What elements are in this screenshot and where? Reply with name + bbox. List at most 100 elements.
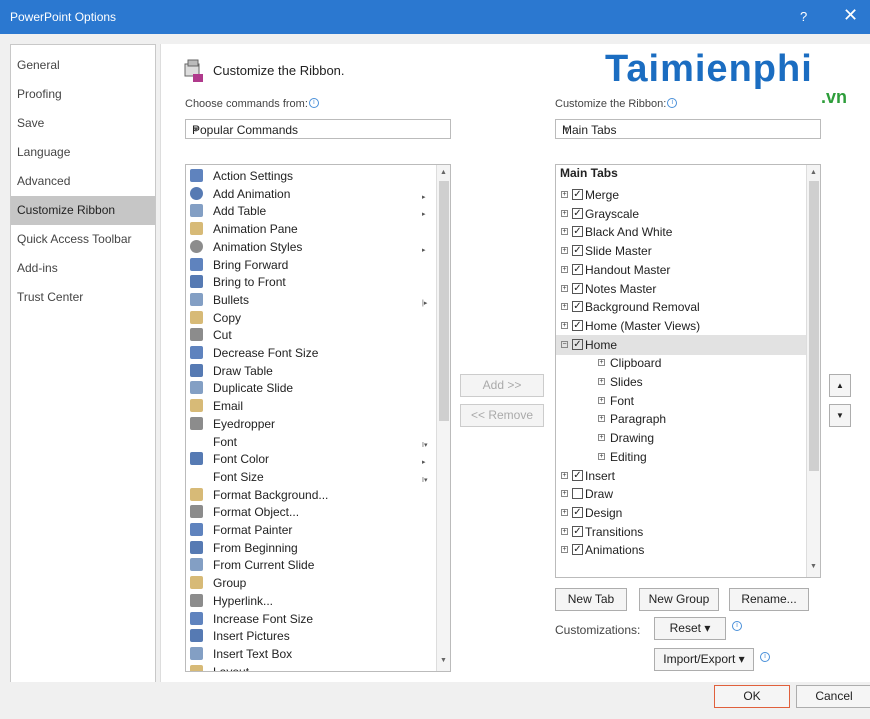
nav-item-proofing[interactable]: Proofing [11, 80, 155, 109]
command-item[interactable]: Insert Pictures [186, 627, 434, 645]
tab-checkbox[interactable]: ✓ [572, 226, 583, 238]
nav-item-add-ins[interactable]: Add-ins [11, 254, 155, 283]
ribbon-tree[interactable]: Main Tabs ▲ ▼ + ✓ Merge + ✓ Grayscale + ✓ Black … [555, 164, 821, 578]
tree-tab-item[interactable]: + Draw [556, 484, 806, 504]
tree-group-item[interactable]: + Slides [556, 372, 806, 392]
tree-tab-item[interactable]: + ✓ Design [556, 503, 806, 523]
tab-checkbox[interactable]: ✓ [572, 301, 583, 313]
tab-checkbox[interactable]: ✓ [572, 245, 583, 257]
scroll-down-icon[interactable]: ▼ [440, 657, 447, 664]
expand-icon[interactable]: + [561, 284, 568, 292]
expand-icon[interactable]: + [561, 321, 568, 329]
expand-icon[interactable]: + [561, 209, 568, 217]
add-button[interactable]: Add >> [460, 374, 544, 397]
tree-tab-item[interactable]: + ✓ Handout Master [556, 260, 806, 280]
command-item[interactable]: Bring to Front [186, 273, 434, 291]
customize-ribbon-dropdown[interactable]: Main Tabs ▼ [555, 119, 821, 139]
new-group-button[interactable]: New Group [639, 588, 719, 611]
command-item[interactable]: Bring Forward [186, 256, 434, 274]
command-item[interactable]: Layout [186, 663, 434, 671]
tree-group-item[interactable]: + Font [556, 391, 806, 411]
tree-tab-item[interactable]: + ✓ Transitions [556, 522, 806, 542]
command-item[interactable]: Group [186, 574, 434, 592]
tree-scrollbar[interactable]: ▲ ▼ [806, 165, 820, 577]
command-item[interactable]: Animation Styles ▸ [186, 238, 434, 256]
command-item[interactable]: Font Size I▾ [186, 468, 434, 486]
commands-list[interactable]: ▲ ▼ Action Settings Add Animation ▸ Add Tab… [185, 164, 451, 672]
expand-icon[interactable]: + [561, 228, 568, 236]
tree-tab-item[interactable]: + ✓ Notes Master [556, 279, 806, 299]
command-item[interactable]: Insert Text Box [186, 645, 434, 663]
expand-icon[interactable]: + [561, 490, 568, 498]
nav-item-customize-ribbon[interactable]: Customize Ribbon [11, 196, 155, 225]
nav-item-trust-center[interactable]: Trust Center [11, 283, 155, 312]
expand-icon[interactable]: + [598, 359, 605, 367]
tab-checkbox[interactable]: ✓ [572, 282, 583, 294]
ok-button[interactable]: OK [714, 685, 790, 708]
tree-tab-item[interactable]: + ✓ Black And White [556, 222, 806, 242]
command-item[interactable]: Increase Font Size [186, 610, 434, 628]
expand-icon[interactable]: + [561, 471, 568, 479]
expand-icon[interactable]: + [561, 247, 568, 255]
expand-icon[interactable]: + [598, 452, 605, 460]
close-button[interactable]: ✕ [843, 5, 858, 26]
command-item[interactable]: Hyperlink... [186, 592, 434, 610]
tab-checkbox[interactable]: ✓ [572, 338, 583, 350]
expand-icon[interactable]: + [561, 546, 568, 554]
command-item[interactable]: Bullets |▸ [186, 291, 434, 309]
command-item[interactable]: Copy [186, 309, 434, 327]
tab-checkbox[interactable]: ✓ [572, 469, 583, 481]
command-item[interactable]: Draw Table [186, 362, 434, 380]
tree-tab-item[interactable]: + ✓ Merge [556, 185, 806, 205]
scroll-down-icon[interactable]: ▼ [810, 563, 817, 570]
expand-icon[interactable]: + [598, 396, 605, 404]
command-item[interactable]: Eyedropper [186, 415, 434, 433]
expand-icon[interactable]: + [598, 415, 605, 423]
scroll-up-icon[interactable]: ▲ [810, 169, 817, 176]
reset-button[interactable]: Reset ▾ [654, 617, 726, 640]
rename-button[interactable]: Rename... [729, 588, 809, 611]
expand-icon[interactable]: + [561, 265, 568, 273]
command-item[interactable]: Format Object... [186, 503, 434, 521]
tab-checkbox[interactable]: ✓ [572, 207, 583, 219]
command-item[interactable]: From Beginning [186, 539, 434, 557]
tree-tab-item[interactable]: + ✓ Home (Master Views) [556, 316, 806, 336]
command-item[interactable]: Font Color ▸ [186, 450, 434, 468]
nav-item-save[interactable]: Save [11, 109, 155, 138]
command-item[interactable]: Email [186, 397, 434, 415]
move-up-button[interactable]: ▲ [829, 374, 851, 397]
expand-icon[interactable]: + [561, 527, 568, 535]
expand-icon[interactable]: + [598, 378, 605, 385]
command-item[interactable]: From Current Slide [186, 556, 434, 574]
tab-checkbox[interactable]: ✓ [572, 319, 583, 331]
choose-commands-dropdown[interactable]: Popular Commands ▼ [185, 119, 451, 139]
command-item[interactable]: Animation Pane [186, 220, 434, 238]
nav-item-general[interactable]: General [11, 51, 155, 80]
help-button[interactable]: ? [800, 9, 807, 24]
command-item[interactable]: Add Table ▸ [186, 202, 434, 220]
expand-icon[interactable]: + [561, 508, 568, 516]
command-item[interactable]: Decrease Font Size [186, 344, 434, 362]
nav-item-language[interactable]: Language [11, 138, 155, 167]
scroll-up-icon[interactable]: ▲ [440, 169, 447, 176]
tab-checkbox[interactable] [572, 488, 583, 500]
commands-scrollbar[interactable]: ▲ ▼ [436, 165, 450, 671]
tab-checkbox[interactable]: ✓ [572, 263, 583, 275]
command-item[interactable]: Duplicate Slide [186, 379, 434, 397]
tree-tab-item[interactable]: − ✓ Home [556, 334, 806, 355]
command-item[interactable]: Cut [186, 326, 434, 344]
command-item[interactable]: Format Background... [186, 486, 434, 504]
command-item[interactable]: Add Animation ▸ [186, 185, 434, 203]
expand-icon[interactable]: + [561, 303, 568, 311]
tree-tab-item[interactable]: + ✓ Background Removal [556, 297, 806, 317]
move-down-button[interactable]: ▼ [829, 404, 851, 427]
new-tab-button[interactable]: New Tab [555, 588, 627, 611]
command-item[interactable]: Font I▾ [186, 433, 434, 451]
scroll-thumb[interactable] [809, 181, 819, 471]
tree-tab-item[interactable]: + ✓ Animations [556, 540, 806, 560]
nav-item-advanced[interactable]: Advanced [11, 167, 155, 196]
command-item[interactable]: Action Settings [186, 167, 434, 185]
expand-icon[interactable]: + [561, 191, 568, 198]
tree-group-item[interactable]: + Drawing [556, 428, 806, 448]
tab-checkbox[interactable]: ✓ [572, 506, 583, 518]
